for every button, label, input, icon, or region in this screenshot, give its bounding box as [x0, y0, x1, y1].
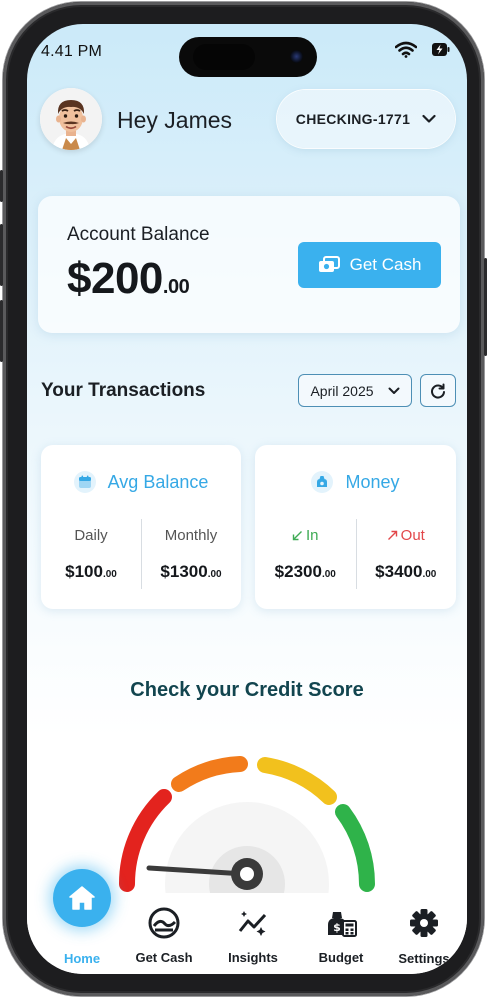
balance-label: Account Balance [67, 224, 210, 245]
arrow-in-icon [292, 531, 302, 541]
money-in-label: In [255, 527, 356, 547]
avg-balance-header: Avg Balance [41, 471, 241, 493]
calendar-icon [73, 471, 96, 493]
nav-settings-label: Settings [398, 951, 450, 966]
money-out-label-text: Out [400, 527, 425, 544]
phone-frame: 4.41 PM Hey James CHECKING-1771 Account … [0, 2, 487, 996]
app-screen: 4.41 PM Hey James CHECKING-1771 Account … [27, 24, 467, 974]
nav-home-label: Home [63, 951, 101, 966]
daily-column: Daily $100.00 [41, 527, 141, 582]
month-selector[interactable]: April 2025 [298, 374, 412, 407]
nav-insights-label: Insights [228, 950, 278, 965]
nav-insights[interactable]: Insights [213, 907, 293, 965]
nav-settings[interactable]: Settings [384, 907, 464, 966]
daily-value-whole: $100 [65, 562, 103, 581]
money-in-value: $2300.00 [255, 562, 356, 582]
gauge-segment-yellow [257, 757, 337, 805]
dynamic-island [179, 37, 317, 77]
money-out-label: Out [356, 527, 457, 547]
money-in-value-cents: .00 [321, 569, 336, 580]
monthly-value-cents: .00 [207, 569, 222, 580]
volume-up-button [0, 224, 3, 286]
budget-icon: $ [328, 912, 357, 937]
battery-charging-icon [432, 43, 450, 56]
gear-icon [410, 909, 438, 937]
nav-budget-label: Budget [318, 950, 364, 965]
status-time: 4.41 PM [41, 43, 102, 60]
balance-amount-whole: $200 [67, 254, 163, 303]
get-cash-button[interactable]: Get Cash [298, 242, 441, 288]
insights-icon [238, 911, 267, 936]
balance-amount: $200.00 [67, 254, 190, 304]
money-header: Money [255, 471, 456, 493]
arrow-out-icon [387, 530, 397, 540]
avatar[interactable] [40, 88, 102, 150]
daily-value: $100.00 [41, 562, 141, 582]
greeting-text: Hey James [117, 107, 233, 133]
status-icons [395, 41, 451, 58]
account-selector-label: CHECKING-1771 [295, 111, 411, 127]
nav-get-cash-label: Get Cash [135, 950, 193, 965]
monthly-value: $1300.00 [141, 562, 241, 582]
cash-circle-icon [148, 907, 180, 939]
daily-value-cents: .00 [102, 569, 117, 580]
month-selector-label: April 2025 [310, 382, 374, 399]
power-button [484, 258, 487, 356]
camera-icon [290, 50, 303, 63]
volume-down-button [0, 300, 3, 362]
action-button [0, 170, 3, 202]
avatar-image [40, 88, 102, 150]
money-in-label-text: In [305, 527, 319, 544]
svg-text:$: $ [333, 921, 341, 934]
chevron-down-icon [422, 114, 436, 123]
money-out-column: Out $3400.00 [356, 527, 457, 582]
refresh-icon [431, 383, 445, 398]
credit-score-gauge[interactable] [107, 734, 387, 904]
monthly-value-whole: $1300 [160, 562, 208, 581]
avg-balance-card[interactable]: Avg Balance Daily $100.00 Monthly $1300.… [41, 445, 241, 609]
gauge-segment-green [335, 804, 375, 892]
refresh-button[interactable] [420, 374, 456, 407]
gauge-segment-orange [171, 756, 248, 792]
monthly-column: Monthly $1300.00 [141, 527, 241, 582]
balance-amount-cents: .00 [162, 276, 190, 298]
wifi-icon [395, 41, 417, 58]
transactions-title: Your Transactions [41, 380, 206, 401]
money-in-column: In $2300.00 [255, 527, 356, 582]
money-out-value-whole: $3400 [375, 562, 423, 581]
balance-card: Account Balance $200.00 Get Cash [38, 196, 460, 333]
avg-balance-title: Avg Balance [107, 471, 209, 492]
money-out-value: $3400.00 [356, 562, 457, 582]
home-icon [69, 886, 95, 910]
nav-home-button[interactable] [53, 869, 111, 927]
nav-get-cash[interactable]: Get Cash [124, 907, 204, 965]
money-bag-icon [311, 471, 334, 493]
money-in-value-whole: $2300 [274, 562, 322, 581]
nav-budget[interactable]: $ Budget [301, 907, 381, 965]
chevron-down-icon [388, 387, 400, 394]
money-out-value-cents: .00 [422, 569, 437, 580]
money-card[interactable]: Money In $2300.00 Out $3400.00 [255, 445, 456, 609]
get-cash-button-label: Get Cash [349, 255, 422, 274]
monthly-label: Monthly [164, 527, 218, 544]
money-title: Money [345, 471, 400, 492]
account-selector[interactable]: CHECKING-1771 [277, 90, 455, 148]
credit-score-title: Check your Credit Score [130, 679, 364, 701]
daily-label: Daily [74, 527, 108, 544]
cash-icon [318, 256, 340, 272]
